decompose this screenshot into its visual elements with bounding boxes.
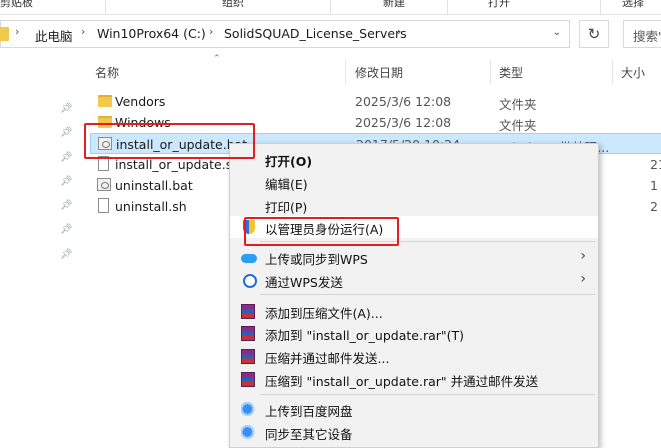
menu-item-baidu-upload[interactable]: 上传到百度网盘: [230, 398, 598, 420]
pin-icon[interactable]: 📌︎: [60, 225, 73, 235]
menu-item-baidu-sync[interactable]: 同步至其它设备: [230, 421, 598, 443]
menu-item-label: 通过WPS发送: [265, 275, 343, 290]
menu-item-wps-sync[interactable]: 上传或同步到WPS ›: [230, 246, 598, 268]
column-divider[interactable]: [612, 60, 613, 84]
menu-item-open[interactable]: 打开(O): [230, 148, 598, 170]
menu-item-label: 压缩到 "install_or_update.rar" 并通过邮件发送: [265, 374, 539, 389]
pin-icon[interactable]: 📌︎: [60, 153, 73, 163]
ribbon-new-label[interactable]: 新建: [383, 0, 405, 10]
menu-item-label: 打印(P): [265, 200, 308, 215]
file-size: 2: [650, 199, 658, 214]
file-date: 2025/3/6 12:08: [355, 115, 452, 130]
winrar-icon: [241, 372, 255, 387]
menu-item-label: 压缩并通过邮件发送...: [265, 351, 390, 366]
wps-icon: [243, 274, 257, 288]
chevron-right-icon[interactable]: ›: [15, 25, 19, 38]
ribbon-divider: [330, 0, 331, 14]
menu-item-label: 同步至其它设备: [265, 427, 353, 442]
column-header-name[interactable]: 名称: [95, 64, 119, 81]
context-menu: 打开(O) 编辑(E) 打印(P) 以管理员身份运行(A) 上传或同步到WPS …: [229, 143, 599, 448]
search-input[interactable]: 搜索"S: [623, 20, 661, 48]
file-date: 2025/3/6 12:08: [355, 94, 452, 109]
column-header-size[interactable]: 大小: [621, 64, 645, 81]
highlight-box-run-as-admin: [244, 217, 399, 246]
winrar-icon: [241, 349, 255, 364]
pin-icon[interactable]: 📌︎: [60, 250, 73, 260]
pin-icon[interactable]: 📌︎: [60, 177, 73, 187]
cloud-icon: [241, 254, 257, 263]
baidu-netdisk-icon: [241, 425, 257, 439]
file-type: 文件夹: [499, 118, 537, 133]
pin-icon[interactable]: 📌︎: [60, 201, 73, 211]
submenu-arrow-icon: ›: [580, 271, 586, 287]
submenu-arrow-icon: ›: [580, 248, 586, 264]
file-type: 文件夹: [499, 97, 537, 112]
pin-icon[interactable]: 📌︎: [60, 128, 73, 138]
menu-item-rar-named-email[interactable]: 压缩到 "install_or_update.rar" 并通过邮件发送: [230, 368, 598, 390]
menu-item-label: 添加到 "install_or_update.rar"(T): [265, 328, 465, 343]
file-name: Vendors: [115, 94, 166, 109]
chevron-right-icon[interactable]: ›: [209, 25, 213, 38]
breadcrumb-drive[interactable]: Win10Prox64 (C:): [97, 26, 206, 41]
menu-item-label: 上传或同步到WPS: [265, 252, 368, 267]
ribbon-clipboard-label[interactable]: 剪贴板: [0, 0, 33, 10]
file-row-vendors[interactable]: Vendors 2025/3/6 12:08 文件夹: [90, 91, 661, 112]
folder-icon: [0, 27, 9, 41]
menu-item-label: 添加到压缩文件(A)...: [265, 306, 383, 321]
file-size: 21: [650, 157, 661, 172]
batch-file-icon: [97, 178, 111, 191]
menu-separator: [260, 394, 595, 395]
column-header-type[interactable]: 类型: [499, 64, 523, 81]
menu-item-label: 打开(O): [265, 154, 313, 169]
winrar-icon: [241, 326, 255, 341]
menu-item-label: 编辑(E): [265, 177, 308, 192]
file-name: uninstall.sh: [115, 199, 187, 214]
menu-item-rar-add-named[interactable]: 添加到 "install_or_update.rar"(T): [230, 322, 598, 344]
ribbon-divider: [447, 0, 448, 14]
menu-item-wps-send[interactable]: 通过WPS发送 ›: [230, 269, 598, 291]
address-dropdown-icon[interactable]: ⌄: [553, 27, 561, 38]
chevron-right-icon[interactable]: ›: [397, 25, 401, 38]
menu-item-print[interactable]: 打印(P): [230, 194, 598, 216]
refresh-button[interactable]: ↻: [579, 20, 609, 48]
baidu-netdisk-icon: [241, 402, 257, 416]
ribbon-organize-label[interactable]: 组织: [222, 0, 244, 10]
winrar-icon: [241, 304, 255, 319]
ribbon-divider: [105, 0, 106, 14]
ribbon-select-label[interactable]: 选择: [622, 0, 644, 10]
highlight-box-file: [84, 123, 255, 159]
file-size: 1: [650, 178, 658, 193]
sort-ascending-icon: ⌃: [213, 54, 221, 64]
menu-item-rar-add[interactable]: 添加到压缩文件(A)...: [230, 300, 598, 322]
ribbon-strip: 剪贴板 组织 新建 打开 选择: [0, 0, 661, 15]
chevron-right-icon[interactable]: ›: [81, 25, 85, 38]
column-header-date[interactable]: 修改日期: [355, 64, 403, 81]
menu-separator: [260, 294, 595, 295]
folder-icon: [98, 95, 112, 107]
column-divider[interactable]: [490, 60, 491, 84]
menu-item-rar-email[interactable]: 压缩并通过邮件发送...: [230, 345, 598, 367]
breadcrumb-folder[interactable]: SolidSQUAD_License_Servers: [224, 26, 407, 41]
file-name: install_or_update.sh: [115, 157, 241, 172]
file-name: uninstall.bat: [115, 178, 193, 193]
file-icon: [98, 198, 109, 213]
pin-icon[interactable]: 📌︎: [60, 104, 73, 114]
address-bar[interactable]: › 此电脑 › Win10Prox64 (C:) › SolidSQUAD_Li…: [0, 20, 570, 48]
column-divider[interactable]: [345, 60, 346, 84]
ribbon-divider: [600, 0, 601, 14]
menu-item-label: 上传到百度网盘: [265, 404, 353, 419]
ribbon-open-label[interactable]: 打开: [488, 0, 510, 10]
breadcrumb-this-pc[interactable]: 此电脑: [35, 26, 73, 45]
menu-item-edit[interactable]: 编辑(E): [230, 171, 598, 193]
